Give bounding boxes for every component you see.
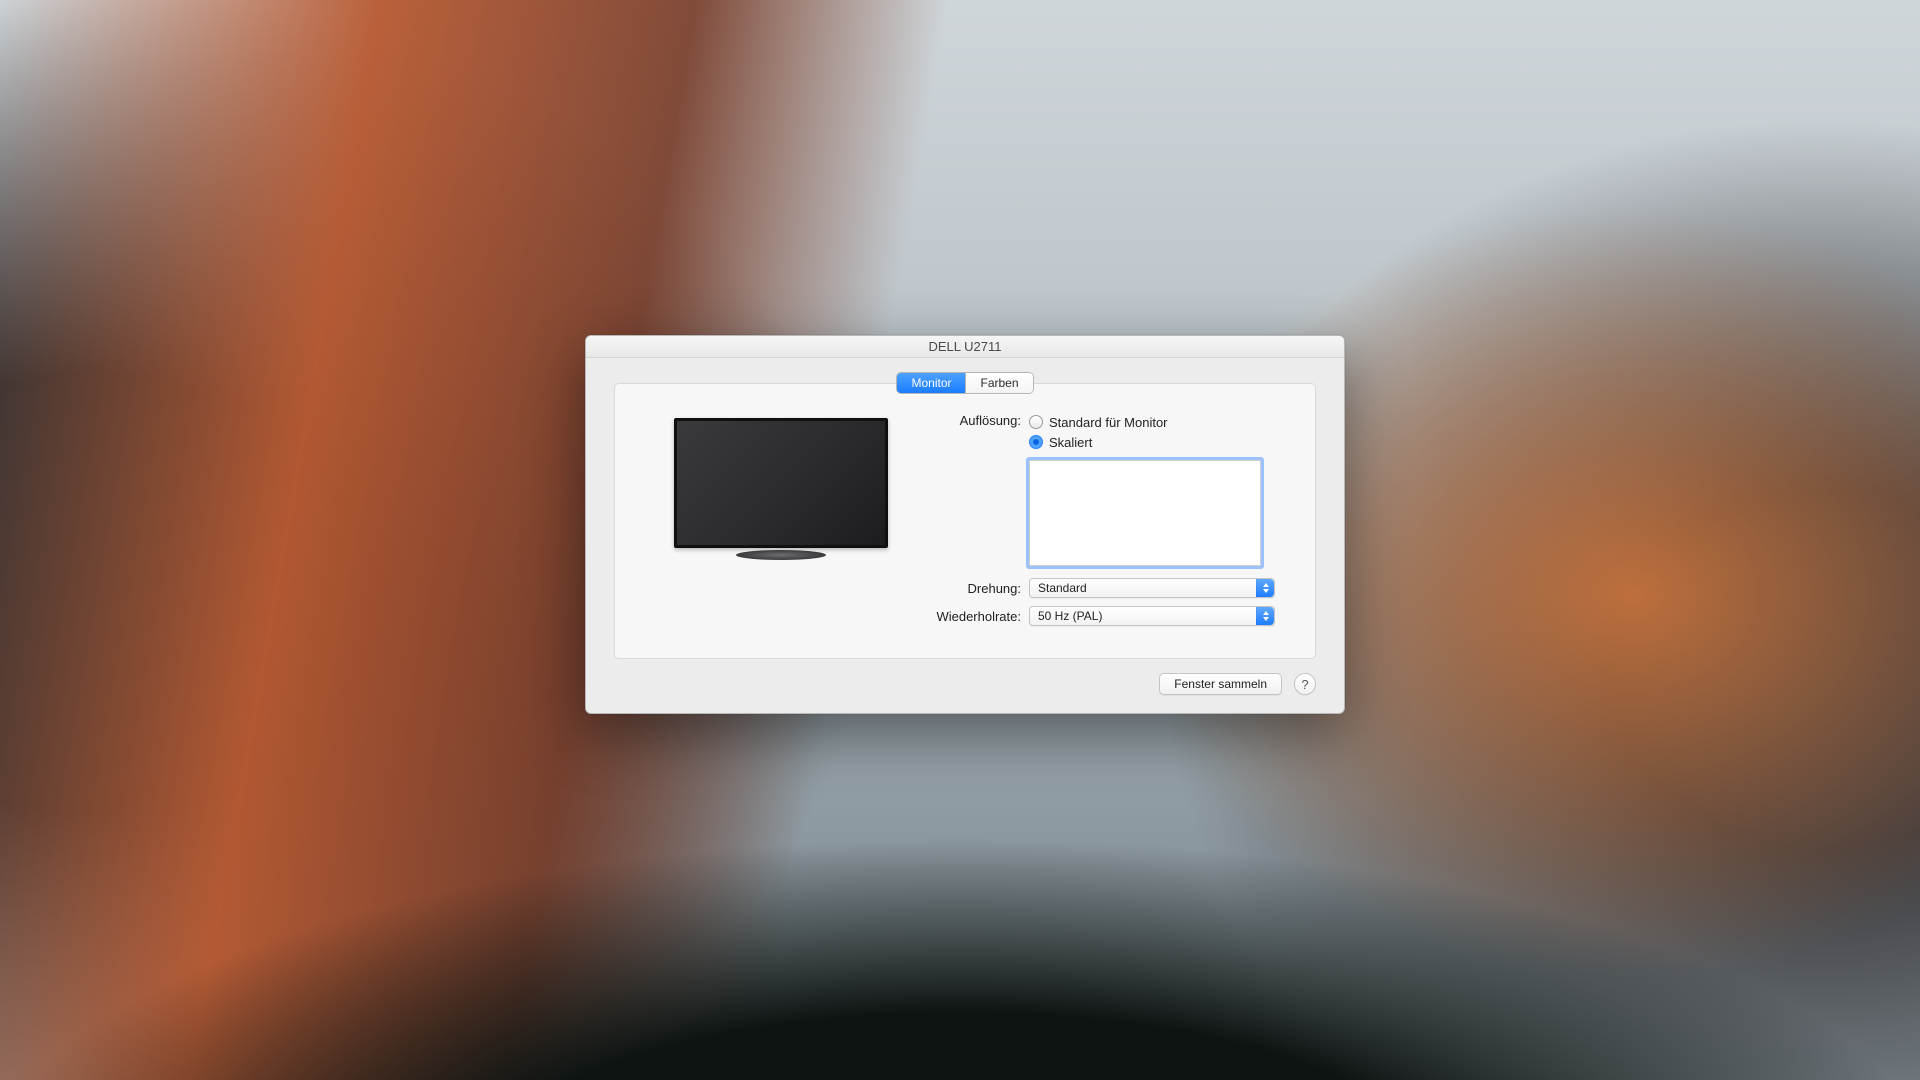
refresh-label: Wiederholrate: [921,608,1029,624]
tab-segmented-control: Monitor Farben [896,372,1033,394]
window-title: DELL U2711 [929,339,1002,354]
rotation-row: Drehung: Standard [921,578,1289,598]
window-body: Monitor Farben Auflösung: [586,358,1344,713]
monitor-preview-column [641,412,921,634]
radio-checked-icon [1029,435,1043,449]
monitor-screen-icon [674,418,888,548]
rotation-popup[interactable]: Standard [1029,578,1275,598]
radio-icon [1029,415,1043,429]
refresh-popup[interactable]: 50 Hz (PAL) [1029,606,1275,626]
display-preferences-window: DELL U2711 Monitor Farben [585,335,1345,714]
refresh-value: 50 Hz (PAL) [1038,609,1102,623]
popup-stepper-icon [1256,579,1274,597]
refresh-row: Wiederholrate: 50 Hz (PAL) [921,606,1289,626]
resolution-option-default-label: Standard für Monitor [1049,415,1168,430]
rotation-value: Standard [1038,581,1087,595]
monitor-preview [674,418,888,560]
desktop-wallpaper: DELL U2711 Monitor Farben [0,0,1920,1080]
rotation-label: Drehung: [921,580,1029,596]
gather-windows-button[interactable]: Fenster sammeln [1159,673,1282,695]
tab-bar: Monitor Farben [614,372,1316,394]
help-button[interactable]: ? [1294,673,1316,695]
resolution-option-scaled[interactable]: Skaliert [1029,432,1289,452]
scaled-resolution-list[interactable] [1029,460,1261,566]
settings-panel: Auflösung: Standard für Monitor Skaliert [614,383,1316,659]
monitor-stand-icon [736,550,826,560]
tab-monitor[interactable]: Monitor [897,373,965,393]
tab-colors[interactable]: Farben [965,373,1032,393]
window-titlebar[interactable]: DELL U2711 [586,336,1344,358]
resolution-option-default[interactable]: Standard für Monitor [1029,412,1289,432]
window-footer: Fenster sammeln ? [614,673,1316,695]
resolution-option-scaled-label: Skaliert [1049,435,1092,450]
resolution-label: Auflösung: [921,412,1029,428]
resolution-row: Auflösung: Standard für Monitor Skaliert [921,412,1289,566]
popup-stepper-icon [1256,607,1274,625]
settings-column: Auflösung: Standard für Monitor Skaliert [921,412,1289,634]
